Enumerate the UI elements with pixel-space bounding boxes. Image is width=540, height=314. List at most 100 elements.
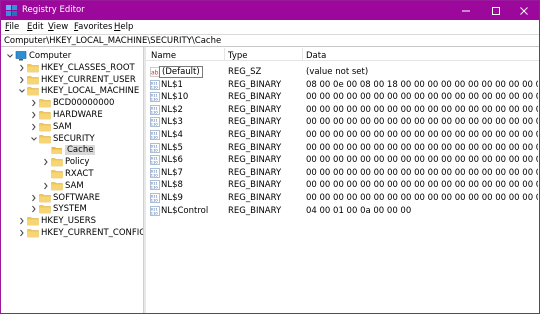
column-header-data[interactable]: Data [306, 51, 326, 61]
close-button[interactable] [509, 1, 539, 20]
value-name: NL$9 [161, 193, 183, 203]
key-tree: Computer HKEY_CLASSES_ROOT HKEY_CURRENT_US… [1, 47, 143, 313]
tree-item-label: RXACT [65, 169, 94, 179]
tree-item[interactable]: HKEY_CLASSES_ROOT [1, 62, 143, 74]
list-item[interactable]: ab (Default) REG_SZ (value not set) [146, 66, 539, 78]
menu-help[interactable]: Help [114, 22, 133, 32]
binary-value-icon: 011110 [150, 130, 160, 140]
list-item[interactable]: 011 110 NL$3 REG_BINARY 00 00 00 00 00 00 00… [146, 116, 539, 128]
tree-item[interactable]: HKEY_CURRENT_USER [1, 74, 143, 86]
value-data: 00 00 00 00 00 00 00 00 00 00 00 00 00 0… [306, 92, 538, 103]
title-bar[interactable]: Registry Editor [1, 1, 539, 20]
list-item[interactable]: 011 110 NL$1 REG_BINARY 08 00 0e 00 08 00 18… [146, 79, 539, 91]
chevron-down-icon[interactable] [6, 51, 14, 61]
list-item[interactable]: 011 110 NL$6 REG_BINARY 00 00 00 00 00 00 00… [146, 154, 539, 166]
tree-item-label: SOFTWARE [53, 192, 101, 203]
maximize-button[interactable] [481, 1, 511, 20]
menu-favorites[interactable]: Favorites [74, 22, 112, 32]
chevron-right-icon[interactable] [18, 228, 26, 238]
value-name: NL$7 [161, 167, 183, 178]
tree-item[interactable]: Cache [1, 144, 143, 156]
tree-item[interactable]: RXACT [1, 168, 143, 180]
list-item[interactable]: 011 110 NL$5 REG_BINARY 00 00 00 00 00 00 00… [146, 142, 539, 154]
computer-icon [15, 51, 27, 61]
value-name: NL$5 [161, 142, 183, 153]
chevron-right-icon[interactable] [30, 110, 38, 120]
folder-icon [39, 123, 51, 132]
minimize-button[interactable] [451, 1, 481, 20]
chevron-right-icon[interactable] [18, 63, 26, 73]
chevron-right-icon[interactable] [30, 193, 38, 203]
value-data: 00 00 00 00 00 00 00 00 00 00 00 00 00 0… [306, 117, 538, 128]
tree-item-label: SYSTEM [53, 204, 87, 215]
svg-text:110: 110 [151, 136, 159, 140]
list-item[interactable]: 011 110 NL$2 REG_BINARY 00 00 00 00 00 00 00… [146, 104, 539, 116]
tree-item-label: Computer [29, 51, 72, 61]
value-data: 08 00 0e 00 08 00 18 00 00 00 00 00 00 0… [306, 79, 538, 90]
list-item[interactable]: 011 110 NL$4 REG_BINARY 00 00 00 00 00 00 00… [146, 129, 539, 141]
tree-item-label: Policy [65, 157, 90, 168]
minimize-icon [462, 10, 470, 11]
chevron-right-icon[interactable] [18, 75, 26, 85]
folder-icon [39, 193, 51, 202]
address-bar[interactable]: Computer\HKEY_LOCAL_MACHINE\SECURITY\Cac… [1, 34, 539, 47]
tree-item[interactable]: Policy [1, 156, 143, 168]
menu-edit[interactable]: Edit [27, 22, 43, 32]
binary-value-icon: 011110 [150, 155, 160, 165]
list-item[interactable]: 011 110 NL$Control REG_BINARY 04 00 01 00 0a… [146, 205, 539, 217]
tree-item[interactable]: HKEY_USERS [1, 215, 143, 227]
value-type: REG_BINARY [228, 142, 282, 153]
menu-view[interactable]: View [48, 22, 68, 32]
tree-item-label: HKEY_CLASSES_ROOT [41, 62, 135, 73]
chevron-right-icon[interactable] [18, 216, 26, 226]
column-divider[interactable] [302, 48, 303, 60]
folder-icon [27, 87, 39, 96]
tree-item-label: HKEY_LOCAL_MACHINE [41, 86, 140, 97]
svg-text:110: 110 [151, 148, 159, 152]
tree-item-label: HKEY_CURRENT_CONFIG [41, 228, 143, 238]
chevron-right-icon[interactable] [30, 122, 38, 132]
tree-item[interactable]: HARDWARE [1, 109, 143, 121]
binary-value-icon: 011110 [150, 105, 160, 115]
value-data: 00 00 00 00 00 00 00 00 00 00 00 00 00 0… [306, 155, 538, 166]
tree-item[interactable]: SAM [1, 121, 143, 133]
list-item[interactable]: 011 110 NL$9 REG_BINARY 00 00 00 00 00 00 00… [146, 192, 539, 204]
svg-text:ab: ab [151, 70, 159, 77]
svg-text:110: 110 [151, 85, 159, 89]
value-data: 00 00 00 00 00 00 00 00 00 00 00 00 00 0… [306, 180, 538, 191]
value-name: NL$2 [161, 104, 183, 115]
chevron-right-icon[interactable] [30, 204, 38, 214]
value-name: NL$4 [161, 130, 183, 140]
list-item[interactable]: 011 110 NL$7 REG_BINARY 00 00 00 00 00 00 00… [146, 167, 539, 179]
address-path[interactable]: Computer\HKEY_LOCAL_MACHINE\SECURITY\Cac… [4, 36, 221, 46]
list-item[interactable]: 011 110 NL$8 REG_BINARY 00 00 00 00 00 00 00… [146, 179, 539, 191]
svg-text:110: 110 [151, 173, 159, 177]
chevron-down-icon[interactable] [18, 86, 26, 96]
binary-value-icon: 011110 [150, 193, 160, 203]
tree-item[interactable]: HKEY_LOCAL_MACHINE [1, 85, 143, 97]
folder-icon [39, 99, 51, 108]
column-header-type[interactable]: Type [228, 51, 248, 61]
folder-icon [39, 134, 51, 143]
tree-item[interactable]: SAM [1, 180, 143, 192]
value-name: NL$Control [161, 205, 209, 216]
chevron-right-icon[interactable] [42, 181, 50, 191]
list-item[interactable]: 011 110 NL$10 REG_BINARY 00 00 00 00 00 00 0… [146, 91, 539, 103]
list-header: Name Type Data [146, 47, 539, 61]
tree-item[interactable]: BCD00000000 [1, 97, 143, 109]
tree-item[interactable]: SYSTEM [1, 203, 143, 215]
chevron-right-icon[interactable] [30, 98, 38, 108]
tree-item[interactable]: SOFTWARE [1, 192, 143, 204]
chevron-right-icon[interactable] [42, 157, 50, 167]
value-data: 00 00 00 00 00 00 00 00 00 00 00 00 00 0… [306, 130, 538, 140]
column-divider[interactable] [224, 48, 225, 60]
chevron-down-icon[interactable] [30, 134, 38, 144]
column-header-name[interactable]: Name [151, 51, 176, 61]
maximize-icon [492, 6, 500, 15]
tree-item[interactable]: SECURITY [1, 133, 143, 145]
menu-file[interactable]: File [5, 22, 19, 32]
tree-item[interactable]: HKEY_CURRENT_CONFIG [1, 227, 143, 239]
value-type: REG_BINARY [228, 104, 282, 115]
tree-item[interactable]: Computer [1, 50, 143, 62]
svg-text:110: 110 [151, 98, 159, 102]
